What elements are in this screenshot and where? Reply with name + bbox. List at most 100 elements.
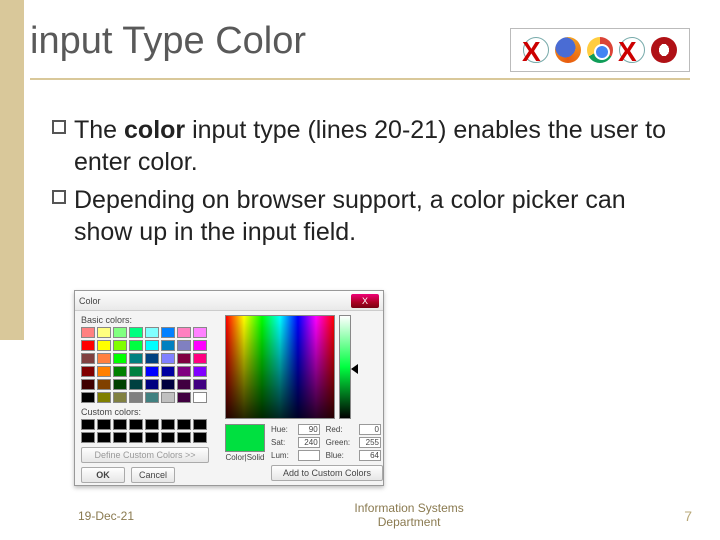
hue-sat-gradient[interactable] bbox=[225, 315, 335, 419]
color-swatch[interactable] bbox=[161, 353, 175, 364]
color-swatch[interactable] bbox=[193, 392, 207, 403]
custom-swatch[interactable] bbox=[97, 419, 111, 430]
color-swatch[interactable] bbox=[81, 379, 95, 390]
custom-swatch[interactable] bbox=[193, 419, 207, 430]
footer-line: Department bbox=[134, 516, 684, 530]
lum-input[interactable] bbox=[298, 450, 320, 461]
bullet-item: The color input type (lines 20-21) enabl… bbox=[48, 114, 688, 178]
color-swatch[interactable] bbox=[161, 379, 175, 390]
custom-swatch[interactable] bbox=[161, 432, 175, 443]
color-swatch[interactable] bbox=[113, 392, 127, 403]
red-input[interactable]: 0 bbox=[359, 424, 381, 435]
color-swatch[interactable] bbox=[145, 353, 159, 364]
custom-swatch[interactable] bbox=[177, 419, 191, 430]
custom-swatch[interactable] bbox=[177, 432, 191, 443]
color-swatch[interactable] bbox=[145, 340, 159, 351]
custom-swatch[interactable] bbox=[161, 419, 175, 430]
color-swatch[interactable] bbox=[129, 366, 143, 377]
color-swatch[interactable] bbox=[129, 340, 143, 351]
color-swatch[interactable] bbox=[177, 327, 191, 338]
color-swatch[interactable] bbox=[113, 379, 127, 390]
color-swatch[interactable] bbox=[97, 340, 111, 351]
custom-swatch[interactable] bbox=[129, 419, 143, 430]
red-label: Red: bbox=[326, 425, 355, 434]
custom-swatch[interactable] bbox=[81, 432, 95, 443]
luminance-slider[interactable] bbox=[339, 315, 351, 419]
blue-label: Blue: bbox=[326, 451, 355, 460]
color-swatch[interactable] bbox=[113, 327, 127, 338]
custom-colors-label: Custom colors: bbox=[81, 407, 217, 417]
footer-date: 19-Dec-21 bbox=[78, 509, 134, 523]
custom-swatch[interactable] bbox=[129, 432, 143, 443]
footer-line: Information Systems bbox=[134, 502, 684, 516]
color-swatch[interactable] bbox=[193, 340, 207, 351]
color-swatch[interactable] bbox=[177, 353, 191, 364]
color-swatch[interactable] bbox=[177, 392, 191, 403]
define-custom-button[interactable]: Define Custom Colors >> bbox=[81, 447, 209, 463]
color-swatch[interactable] bbox=[113, 366, 127, 377]
color-swatch[interactable] bbox=[193, 379, 207, 390]
color-swatch[interactable] bbox=[97, 379, 111, 390]
chrome-icon bbox=[587, 37, 613, 63]
bullet-text: Depending on browser support, a color pi… bbox=[74, 184, 688, 248]
custom-swatch[interactable] bbox=[81, 419, 95, 430]
hue-label: Hue: bbox=[271, 425, 294, 434]
color-swatch[interactable] bbox=[97, 366, 111, 377]
color-swatch[interactable] bbox=[193, 327, 207, 338]
color-swatch[interactable] bbox=[161, 366, 175, 377]
blue-input[interactable]: 64 bbox=[359, 450, 381, 461]
color-swatch[interactable] bbox=[81, 366, 95, 377]
custom-swatch[interactable] bbox=[193, 432, 207, 443]
color-swatch[interactable] bbox=[97, 327, 111, 338]
text-fragment: Depending on browser support, a color pi… bbox=[74, 186, 626, 246]
color-swatch[interactable] bbox=[81, 392, 95, 403]
ok-button[interactable]: OK bbox=[81, 467, 125, 483]
color-swatch[interactable] bbox=[81, 327, 95, 338]
color-swatch[interactable] bbox=[129, 392, 143, 403]
color-swatch[interactable] bbox=[81, 340, 95, 351]
custom-swatch[interactable] bbox=[145, 419, 159, 430]
cancel-button[interactable]: Cancel bbox=[131, 467, 175, 483]
color-swatch[interactable] bbox=[193, 353, 207, 364]
dialog-titlebar: Color X bbox=[75, 291, 383, 311]
custom-swatch[interactable] bbox=[113, 432, 127, 443]
color-swatch[interactable] bbox=[161, 327, 175, 338]
color-swatch[interactable] bbox=[97, 392, 111, 403]
color-solid-label: Color|Solid bbox=[226, 453, 265, 462]
color-swatch[interactable] bbox=[97, 353, 111, 364]
color-fields: Hue: 90 Red: 0 Sat: 240 Green: 255 Lum: … bbox=[271, 424, 383, 461]
text-fragment: The bbox=[74, 116, 124, 144]
custom-swatch[interactable] bbox=[97, 432, 111, 443]
green-label: Green: bbox=[326, 438, 355, 447]
color-swatch[interactable] bbox=[177, 379, 191, 390]
color-swatch[interactable] bbox=[129, 327, 143, 338]
bullet-list: The color input type (lines 20-21) enabl… bbox=[48, 114, 688, 254]
color-swatch[interactable] bbox=[113, 353, 127, 364]
color-swatch[interactable] bbox=[81, 353, 95, 364]
color-swatch[interactable] bbox=[177, 340, 191, 351]
green-input[interactable]: 255 bbox=[359, 437, 381, 448]
color-swatch[interactable] bbox=[145, 327, 159, 338]
color-swatch[interactable] bbox=[177, 366, 191, 377]
close-button[interactable]: X bbox=[351, 294, 379, 308]
basic-swatch-grid bbox=[81, 327, 217, 403]
close-icon: X bbox=[362, 296, 368, 306]
color-swatch[interactable] bbox=[161, 392, 175, 403]
custom-swatch[interactable] bbox=[145, 432, 159, 443]
custom-swatch[interactable] bbox=[113, 419, 127, 430]
sat-input[interactable]: 240 bbox=[298, 437, 320, 448]
basic-colors-label: Basic colors: bbox=[81, 315, 217, 325]
page-number: 7 bbox=[684, 508, 692, 524]
hue-input[interactable]: 90 bbox=[298, 424, 320, 435]
color-swatch[interactable] bbox=[145, 379, 159, 390]
color-swatch[interactable] bbox=[145, 366, 159, 377]
color-swatch[interactable] bbox=[145, 392, 159, 403]
luminance-marker-icon bbox=[351, 364, 358, 374]
color-swatch[interactable] bbox=[129, 353, 143, 364]
color-swatch[interactable] bbox=[113, 340, 127, 351]
accent-band bbox=[0, 0, 24, 340]
add-custom-button[interactable]: Add to Custom Colors bbox=[271, 465, 383, 481]
color-swatch[interactable] bbox=[129, 379, 143, 390]
color-swatch[interactable] bbox=[193, 366, 207, 377]
color-swatch[interactable] bbox=[161, 340, 175, 351]
